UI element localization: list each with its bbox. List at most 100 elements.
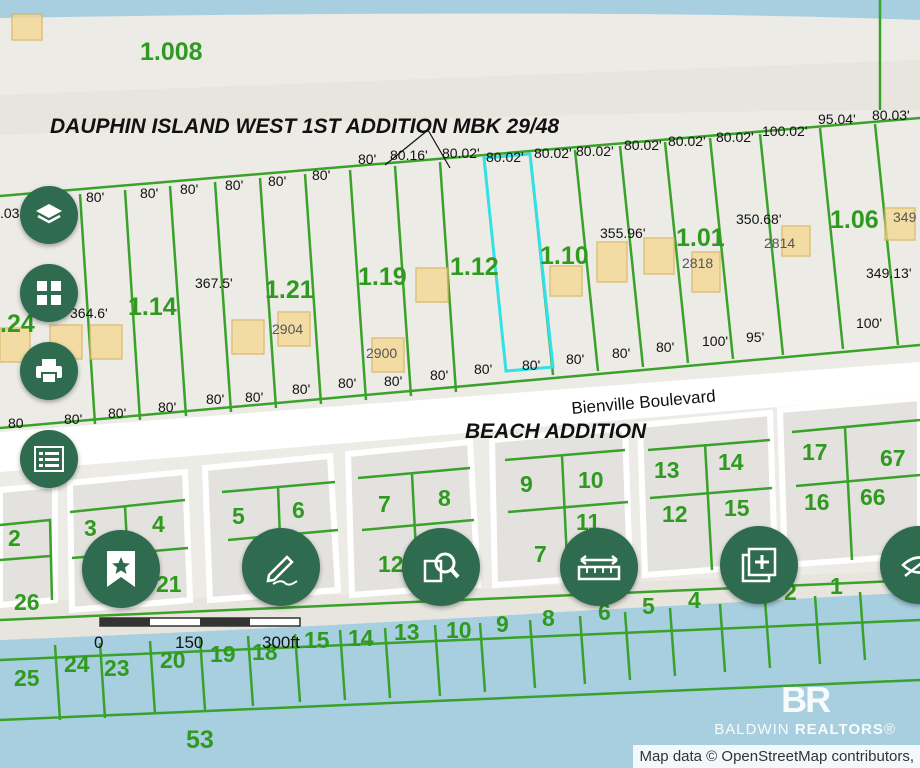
add-layer-icon [741, 547, 777, 583]
legend-list-button[interactable] [20, 430, 78, 488]
dimension-label: 80' [64, 411, 82, 427]
lot-number: 8 [542, 605, 555, 631]
dimension-label: 80' [158, 399, 176, 415]
dimension-label: 80' [566, 351, 584, 367]
dimension-label: 80 [8, 415, 24, 431]
brand-name: BALDWIN REALTORS® [714, 721, 896, 738]
printer-icon [36, 359, 62, 384]
lot-number: 14 [348, 625, 374, 651]
subdivision-label: DAUPHIN ISLAND WEST 1ST ADDITION MBK 29/… [50, 115, 559, 138]
house-number: 2814 [764, 235, 795, 251]
house-number: 2904 [272, 321, 303, 337]
lot-number: 4 [152, 511, 165, 537]
layers-button[interactable] [20, 186, 78, 244]
dimension-label: 80' [268, 173, 286, 189]
dimension-label: 80' [656, 339, 674, 355]
lot-number: 7 [378, 491, 391, 517]
dimension-label: 80' [338, 375, 356, 391]
block-label: 1.008 [140, 38, 203, 66]
brand-watermark: BR BALDWIN REALTORS® [714, 679, 896, 738]
dimension-label: 80' [384, 373, 402, 389]
lot-number: 5 [642, 593, 655, 619]
search-document-icon [423, 552, 460, 583]
print-button[interactable] [20, 342, 78, 400]
lot-number: 12 [662, 501, 688, 527]
dimension-label: 80.03' [872, 107, 910, 123]
dimension-label: 80' [108, 405, 126, 421]
dimension-label: 80' [206, 391, 224, 407]
measure-button[interactable] [560, 528, 638, 606]
lot-number: 26 [14, 589, 40, 615]
house-number: 2818 [682, 255, 713, 271]
dimension-label: 95' [746, 329, 764, 345]
dimension-label: 80.02' [716, 129, 754, 145]
lot-number: 25 [14, 665, 40, 691]
lot-number: 6 [292, 497, 305, 523]
dimension-label: 80.16' [390, 147, 428, 163]
measure-ruler-icon [577, 555, 621, 581]
dimension-label: 100' [702, 333, 728, 349]
lot-number: 24 [64, 651, 90, 677]
eye-off-icon [901, 556, 920, 577]
lot-number: 8 [438, 485, 451, 511]
dimension-label: 80.02' [624, 137, 662, 153]
block-label: 1.01 [676, 224, 725, 252]
dimension-label: 80' [430, 367, 448, 383]
dimension-label: 350.68' [736, 211, 782, 227]
beach-addition-label: BEACH ADDITION [465, 420, 647, 443]
dimension-label: 100' [856, 315, 882, 331]
lot-number: 16 [804, 489, 830, 515]
dimension-label: .03 [0, 205, 20, 221]
dimension-label: 80' [245, 389, 263, 405]
block-label: 1.19 [358, 263, 407, 291]
basemap-grid-button[interactable] [20, 264, 78, 322]
draw-button[interactable] [242, 528, 320, 606]
identify-search-button[interactable] [402, 528, 480, 606]
lot-number: 10 [578, 467, 604, 493]
grid-icon [37, 281, 61, 305]
add-data-button[interactable] [720, 526, 798, 604]
scale-label: 0 [94, 633, 103, 652]
dimension-label: 80' [612, 345, 630, 361]
map-viewer[interactable]: DAUPHIN ISLAND WEST 1ST ADDITION MBK 29/… [0, 0, 920, 768]
block-label: 1.06 [830, 206, 879, 234]
parcel-map[interactable]: DAUPHIN ISLAND WEST 1ST ADDITION MBK 29/… [0, 0, 920, 768]
lot-number: 13 [654, 457, 680, 483]
lot-number: 3 [84, 515, 97, 541]
lot-number: 23 [104, 655, 130, 681]
dimension-label: 349.13' [866, 265, 912, 281]
dimension-label: 80.02' [486, 149, 524, 165]
pencil-icon [266, 555, 298, 586]
lot-number: 7 [534, 541, 547, 567]
dimension-label: 80.02' [576, 143, 614, 159]
dimension-label: 80' [180, 181, 198, 197]
lot-number: 12 [378, 551, 404, 577]
lot-number: 9 [520, 471, 533, 497]
list-icon [34, 446, 64, 472]
lot-number: 15 [724, 495, 750, 521]
lot-number: 13 [394, 619, 420, 645]
dimension-label: 80' [225, 177, 243, 193]
dimension-label: 80' [86, 189, 104, 205]
lot-number: 15 [304, 627, 330, 653]
lot-number: 4 [688, 587, 701, 613]
dimension-label: 95.04' [818, 111, 856, 127]
lot-number: 5 [232, 503, 245, 529]
scale-bar [99, 617, 301, 627]
dimension-label: 355.96' [600, 225, 646, 241]
lot-number: 21 [156, 571, 182, 597]
bookmark-button[interactable] [82, 530, 160, 608]
dimension-label: 80' [522, 357, 540, 373]
block-label: 1.12 [450, 253, 499, 281]
map-attribution[interactable]: Map data © OpenStreetMap contributors, [633, 745, 920, 768]
house-number: 349 [893, 209, 917, 225]
lot-number: 66 [860, 484, 886, 510]
lot-number: 9 [496, 611, 509, 637]
scale-label: 300ft [262, 633, 300, 652]
lot-number: 17 [802, 439, 828, 465]
lot-number: 10 [446, 617, 472, 643]
dimension-label: 80.02' [534, 145, 572, 161]
lot-number: 19 [210, 641, 236, 667]
block-label: 1.14 [128, 293, 177, 321]
lot-number: 2 [8, 525, 21, 551]
